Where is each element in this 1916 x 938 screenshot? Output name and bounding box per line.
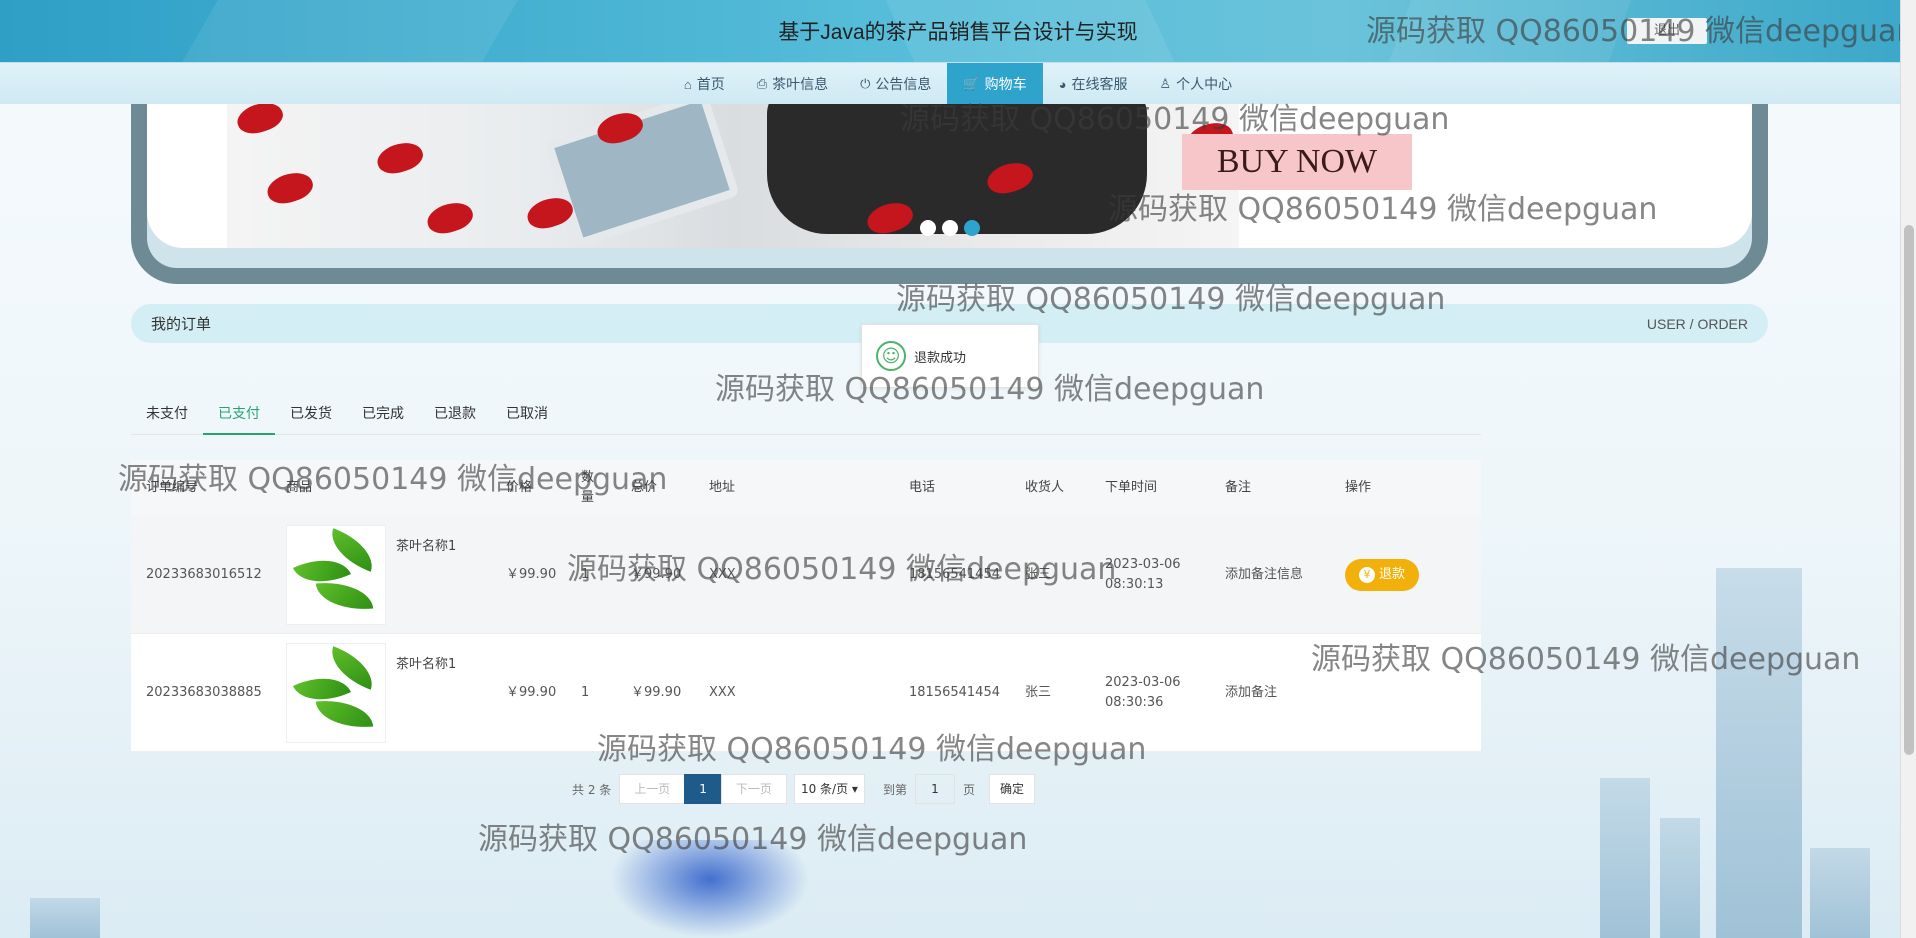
tea-leaf-image[interactable] (286, 524, 386, 625)
section-subtitle: USER / ORDER (1646, 315, 1748, 332)
top-header: 基于Java的茶产品销售平台设计与实现 退出 (0, 0, 1916, 62)
order-number: 20233683016512 (146, 566, 262, 582)
goto-label: 到第 (882, 782, 907, 797)
col-header: 操作 (1345, 480, 1372, 495)
phone: 18156541454 (909, 566, 1000, 582)
note-link[interactable]: 添加备注 (1210, 683, 1330, 703)
refund-button[interactable]: ¥ 退款 (1345, 558, 1420, 591)
col-header: 数量 (581, 470, 595, 505)
carousel-dot[interactable] (942, 220, 958, 236)
nav-label: 在线客服 (1071, 76, 1128, 92)
col-header: 总价 (631, 480, 658, 495)
prev-page-button[interactable]: 上一页 (619, 774, 686, 804)
col-header: 订单编号 (146, 480, 199, 495)
page-unit-label: 页 (962, 782, 975, 797)
main-nav: ⌂ 首页 ⎙ 茶叶信息 ⏻ 公告信息 🛒 购物车 ◕ 在线客服 ♙ 个人中心 (0, 62, 1916, 105)
carousel-dot-active[interactable] (964, 220, 980, 236)
page-size-value: 10 条/页 (800, 782, 849, 796)
nav-label: 首页 (696, 76, 725, 92)
goods-cell: 茶叶名称1 (271, 642, 491, 743)
note-link[interactable]: 添加备注信息 (1210, 565, 1330, 585)
nav-item-notice[interactable]: ⏻ 公告信息 (844, 63, 947, 105)
tea-leaf-image[interactable] (286, 642, 386, 743)
carousel-dot[interactable] (920, 220, 936, 236)
smile-icon: ☺ (876, 341, 906, 371)
home-icon: ⌂ (683, 76, 692, 92)
goto-page-input[interactable]: 1 (914, 774, 955, 804)
buy-now-sign: BUY NOW (1182, 134, 1412, 190)
col-header: 下单时间 (1105, 480, 1158, 495)
table-row: 20233683016512 茶叶名称1 ￥99.90 1 ￥99.90 XXX… (131, 516, 1481, 634)
address: XXX (709, 566, 736, 582)
pagination: 共 2 条 上一页 1 下一页 10 条/页 ▾ 到第 1 页 确定 (564, 774, 1035, 804)
col-header: 备注 (1225, 480, 1252, 495)
page-scrollbar[interactable] (1900, 0, 1916, 938)
table-row: 20233683038885 茶叶名称1 ￥99.90 1 ￥99.90 XXX… (131, 634, 1481, 752)
receiver: 张三 (1025, 684, 1052, 700)
goods-name: 茶叶名称1 (396, 656, 457, 672)
nav-item-service[interactable]: ◕ 在线客服 (1043, 63, 1144, 105)
runner-decoration (610, 840, 810, 938)
next-page-button[interactable]: 下一页 (720, 774, 787, 804)
total-price: ￥99.90 (631, 566, 682, 582)
order-status-tabs: 未支付 已支付 已发货 已完成 已退款 已取消 (131, 400, 1481, 435)
goods-cell: 茶叶名称1 (271, 524, 491, 625)
printer-icon: ⎙ (756, 76, 768, 91)
phone: 18156541454 (909, 684, 1000, 700)
section-title: 我的订单 (151, 315, 212, 333)
goods-name: 茶叶名称1 (396, 538, 457, 554)
tab-shipped[interactable]: 已发货 (275, 400, 347, 435)
nav-item-profile[interactable]: ♙ 个人中心 (1143, 63, 1248, 105)
chevron-down-icon: ▾ (851, 782, 858, 796)
user-icon: ♙ (1159, 76, 1172, 91)
scrollbar-thumb[interactable] (1904, 225, 1914, 755)
nav-item-home[interactable]: ⌂ 首页 (668, 63, 741, 105)
address: XXX (709, 684, 736, 700)
col-header: 价格 (506, 480, 533, 495)
price: ￥99.90 (506, 684, 557, 700)
success-toast: ☺ 退款成功 (861, 324, 1039, 388)
toast-message: 退款成功 (914, 350, 967, 366)
logout-button[interactable]: 退出 (1627, 18, 1707, 44)
chat-icon: ◕ (1058, 76, 1067, 92)
tab-refunded[interactable]: 已退款 (419, 400, 491, 435)
price: ￥99.90 (506, 566, 557, 582)
nav-label: 个人中心 (1176, 76, 1233, 92)
carousel-dots (920, 220, 980, 236)
yen-icon: ¥ (1359, 566, 1375, 583)
action-cell: ¥ 退款 (1330, 558, 1481, 591)
orders-table: 订单编号 商品 价格 数量 总价 地址 电话 收货人 下单时间 备注 操作 20… (131, 460, 1481, 752)
page-size-select[interactable]: 10 条/页 ▾ (793, 774, 865, 804)
power-icon: ⏻ (860, 76, 871, 91)
col-header: 收货人 (1025, 480, 1065, 495)
order-time: 2023-03-06 08:30:36 (1105, 674, 1181, 710)
refund-label: 退款 (1379, 566, 1406, 582)
col-header: 地址 (709, 480, 736, 495)
quantity: 1 (581, 684, 590, 700)
tab-unpaid[interactable]: 未支付 (131, 400, 203, 435)
nav-item-cart[interactable]: 🛒 购物车 (947, 63, 1043, 105)
order-number: 20233683038885 (146, 684, 262, 700)
page-number-button[interactable]: 1 (684, 774, 722, 804)
tab-paid[interactable]: 已支付 (203, 400, 275, 435)
nav-label: 茶叶信息 (772, 76, 829, 92)
nav-label: 购物车 (984, 76, 1027, 92)
carousel-image (227, 104, 1239, 248)
tab-cancelled[interactable]: 已取消 (491, 400, 563, 435)
total-price: ￥99.90 (631, 684, 682, 700)
col-header: 商品 (286, 480, 313, 495)
table-header: 订单编号 商品 价格 数量 总价 地址 电话 收货人 下单时间 备注 操作 (131, 460, 1481, 516)
nav-label: 公告信息 (875, 76, 932, 92)
order-time: 2023-03-06 08:30:13 (1105, 556, 1181, 592)
cart-icon: 🛒 (963, 76, 980, 91)
quantity: 1 (581, 566, 590, 582)
col-header: 电话 (909, 480, 936, 495)
total-count: 共 2 条 (572, 782, 612, 797)
receiver: 张三 (1025, 566, 1052, 582)
nav-item-tea-info[interactable]: ⎙ 茶叶信息 (741, 63, 844, 105)
tab-completed[interactable]: 已完成 (347, 400, 419, 435)
goto-confirm-button[interactable]: 确定 (988, 774, 1035, 804)
